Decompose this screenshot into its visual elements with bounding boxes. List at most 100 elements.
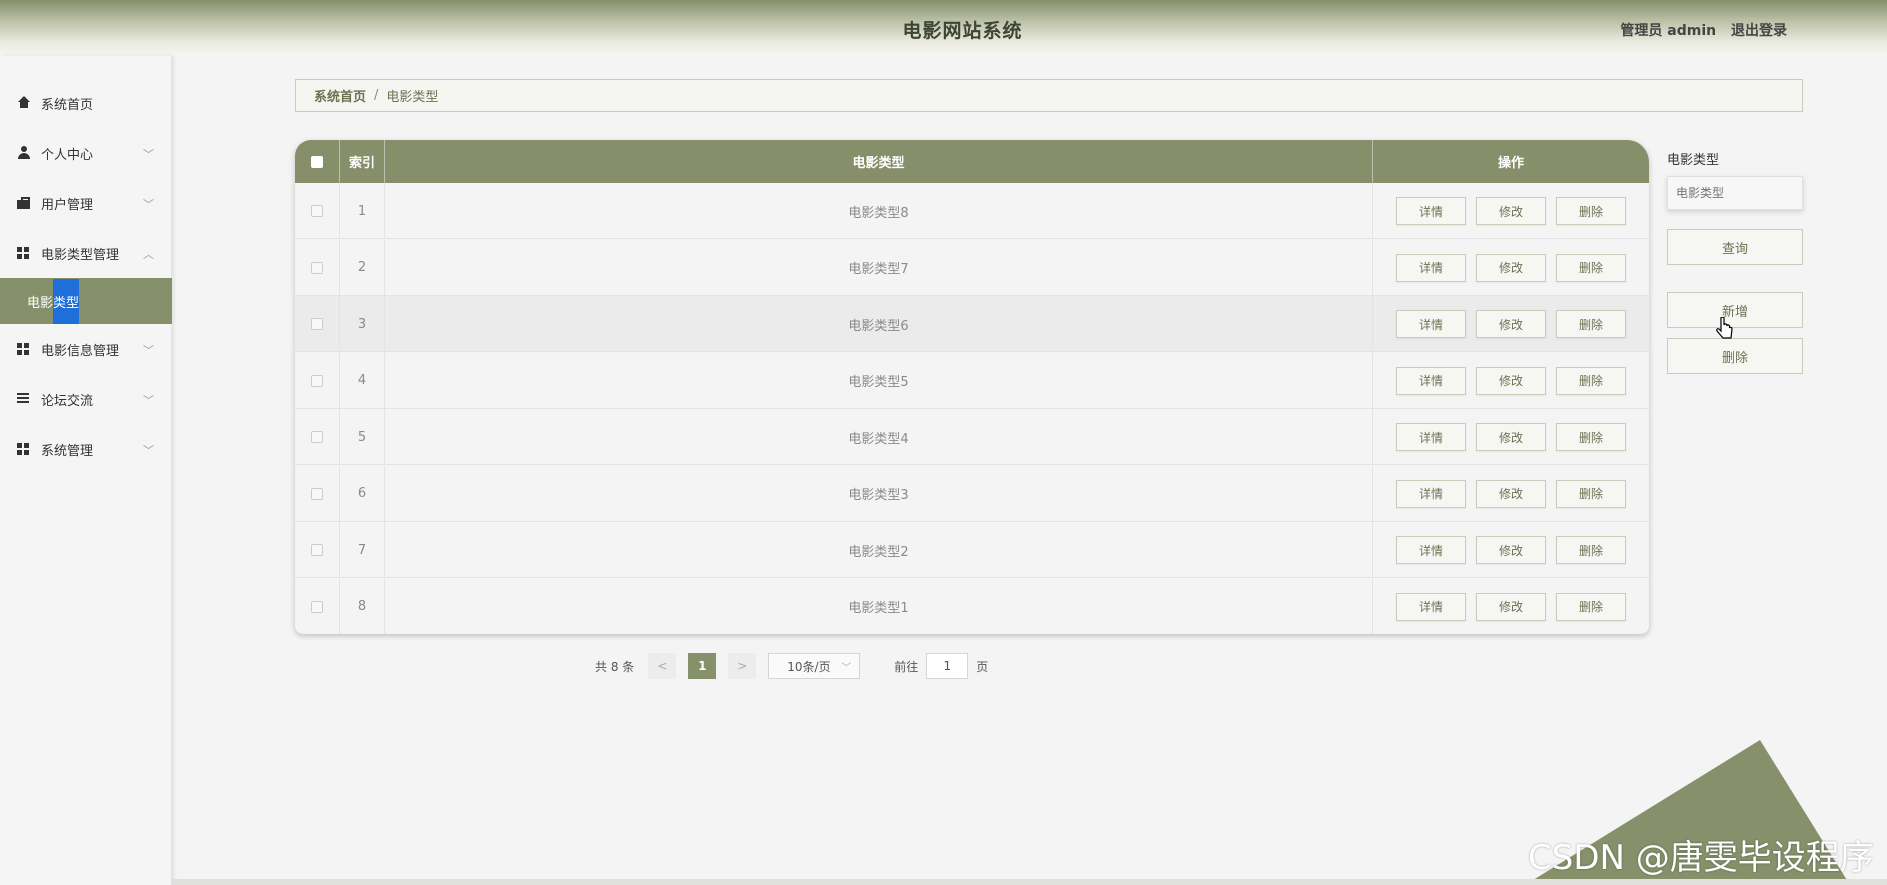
table-row[interactable]: 2 电影类型7 详情 修改 删除 <box>295 239 1649 296</box>
table-row[interactable]: 5 电影类型4 详情 修改 删除 <box>295 409 1649 465</box>
watermark-text: CSDN @唐雯毕设程序 <box>1528 838 1874 878</box>
breadcrumb-separator: / <box>374 88 379 103</box>
user-label: 管理员 admin <box>1620 23 1717 39</box>
delete-button[interactable]: 删除 <box>1556 479 1626 508</box>
header-select-all[interactable] <box>295 140 340 183</box>
detail-button[interactable]: 详情 <box>1396 197 1466 225</box>
edit-button[interactable]: 修改 <box>1476 253 1546 282</box>
detail-button[interactable]: 详情 <box>1396 310 1466 338</box>
logout-link[interactable]: 退出登录 <box>1731 23 1787 39</box>
sidebar-item-movie-info[interactable]: 电影信息管理 ﹀ <box>0 329 172 369</box>
select-all-checkbox[interactable] <box>311 155 323 168</box>
detail-button[interactable]: 详情 <box>1396 366 1466 395</box>
pointer-cursor-icon <box>1716 317 1733 339</box>
chevron-down-icon: ﹀ <box>143 198 154 211</box>
sidebar-item-movie-types[interactable]: 电影类型管理 ︿ <box>0 233 172 273</box>
total-count: 共 8 条 <box>595 659 635 674</box>
delete-button[interactable]: 删除 <box>1556 536 1626 564</box>
table-row[interactable]: 1 电影类型8 详情 修改 删除 <box>295 183 1649 239</box>
sidebar-item-label: 电影信息管理 <box>41 343 120 359</box>
chevron-down-icon: ﹀ <box>841 662 852 674</box>
row-checkbox[interactable] <box>311 600 323 613</box>
table-row[interactable]: 7 电影类型2 详情 修改 删除 <box>295 522 1649 578</box>
detail-button[interactable]: 详情 <box>1396 253 1466 282</box>
row-type: 电影类型7 <box>385 239 1373 296</box>
row-checkbox[interactable] <box>311 487 323 500</box>
edit-button[interactable]: 修改 <box>1476 366 1546 395</box>
sidebar-subitem-movie-type[interactable]: 电影 类型 <box>0 278 172 324</box>
user-info: 管理员 admin 退出登录 <box>1620 20 1787 40</box>
prev-page-button[interactable]: < <box>648 653 677 679</box>
row-index: 8 <box>340 578 385 634</box>
row-actions: 详情 修改 删除 <box>1373 579 1649 635</box>
row-index: 3 <box>340 296 385 352</box>
submenu-label-a: 电影 <box>27 295 54 311</box>
row-checkbox[interactable] <box>311 431 323 443</box>
edit-button[interactable]: 修改 <box>1476 423 1546 451</box>
delete-button[interactable]: 删除 <box>1556 366 1626 395</box>
detail-button[interactable]: 详情 <box>1396 592 1466 621</box>
batch-delete-button[interactable]: 删除 <box>1667 338 1803 374</box>
page-size-select[interactable]: 10条/页 ﹀ <box>768 653 861 679</box>
breadcrumb-home[interactable]: 系统首页 <box>314 86 366 105</box>
goto-page-input[interactable]: 1 <box>926 653 969 679</box>
row-checkbox[interactable] <box>311 374 323 387</box>
delete-button[interactable]: 删除 <box>1556 197 1626 225</box>
sidebar-item-label: 电影类型管理 <box>41 247 120 263</box>
row-type: 电影类型2 <box>385 522 1373 578</box>
header-index: 索引 <box>340 140 385 183</box>
sidebar-item-forum[interactable]: 论坛交流 ﹀ <box>0 379 172 419</box>
table-row[interactable]: 4 电影类型5 详情 修改 删除 <box>295 352 1649 409</box>
row-actions: 详情 修改 删除 <box>1373 353 1649 409</box>
edit-button[interactable]: 修改 <box>1476 310 1546 338</box>
row-checkbox[interactable] <box>311 205 323 217</box>
table-header: 索引 电影类型 操作 <box>295 140 1649 183</box>
sidebar-item-profile[interactable]: 个人中心 ﹀ <box>0 133 172 173</box>
row-index: 7 <box>340 522 385 578</box>
detail-button[interactable]: 详情 <box>1396 423 1466 451</box>
delete-button[interactable]: 删除 <box>1556 592 1626 621</box>
page-unit: 页 <box>976 659 989 674</box>
table-row[interactable]: 6 电影类型3 详情 修改 删除 <box>295 465 1649 522</box>
row-index: 5 <box>340 409 385 465</box>
bottom-divider <box>172 879 1887 885</box>
edit-button[interactable]: 修改 <box>1476 592 1546 621</box>
search-input[interactable] <box>1667 176 1803 210</box>
delete-button[interactable]: 删除 <box>1556 310 1626 338</box>
row-checkbox[interactable] <box>311 544 323 556</box>
row-actions: 详情 修改 删除 <box>1373 522 1649 578</box>
header-action: 操作 <box>1497 156 1524 171</box>
grid-icon <box>17 443 31 457</box>
grid-icon <box>17 343 31 357</box>
query-button[interactable]: 查询 <box>1667 229 1803 265</box>
top-header: 电影网站系统 管理员 admin 退出登录 <box>0 0 1887 56</box>
row-select-cell <box>295 465 340 522</box>
app-title: 电影网站系统 <box>902 20 1023 42</box>
next-page-button[interactable]: > <box>728 653 757 679</box>
add-button[interactable]: 新增 <box>1667 292 1803 328</box>
row-checkbox[interactable] <box>311 261 323 274</box>
row-checkbox[interactable] <box>311 318 323 330</box>
header-type: 电影类型 <box>385 140 1373 183</box>
briefcase-icon <box>17 196 31 210</box>
delete-button[interactable]: 删除 <box>1556 423 1626 451</box>
sidebar-item-users[interactable]: 用户管理 ﹀ <box>0 183 172 223</box>
sidebar-item-home[interactable]: 系统首页 <box>0 83 172 123</box>
sidebar-item-system[interactable]: 系统管理 ﹀ <box>0 429 172 469</box>
sidebar-item-label: 论坛交流 <box>41 393 94 409</box>
row-type: 电影类型6 <box>385 296 1373 352</box>
goto-label: 前往 <box>894 659 919 674</box>
table-row[interactable]: 8 电影类型1 详情 修改 删除 <box>295 578 1649 635</box>
sidebar-item-label: 系统首页 <box>41 97 94 113</box>
delete-button[interactable]: 删除 <box>1556 253 1626 282</box>
data-table: 索引 电影类型 操作 1 电影类型8 详情 修改 删除 2 电影类型7 详情 修改 删除 3 电影类型… <box>295 140 1649 634</box>
page-1-button[interactable]: 1 <box>688 653 717 679</box>
edit-button[interactable]: 修改 <box>1476 536 1546 564</box>
edit-button[interactable]: 修改 <box>1476 197 1546 225</box>
detail-button[interactable]: 详情 <box>1396 536 1466 564</box>
row-select-cell <box>295 409 340 465</box>
detail-button[interactable]: 详情 <box>1396 479 1466 508</box>
table-row[interactable]: 3 电影类型6 详情 修改 删除 <box>295 296 1649 352</box>
breadcrumb: 系统首页 / 电影类型 <box>295 79 1803 112</box>
edit-button[interactable]: 修改 <box>1476 479 1546 508</box>
